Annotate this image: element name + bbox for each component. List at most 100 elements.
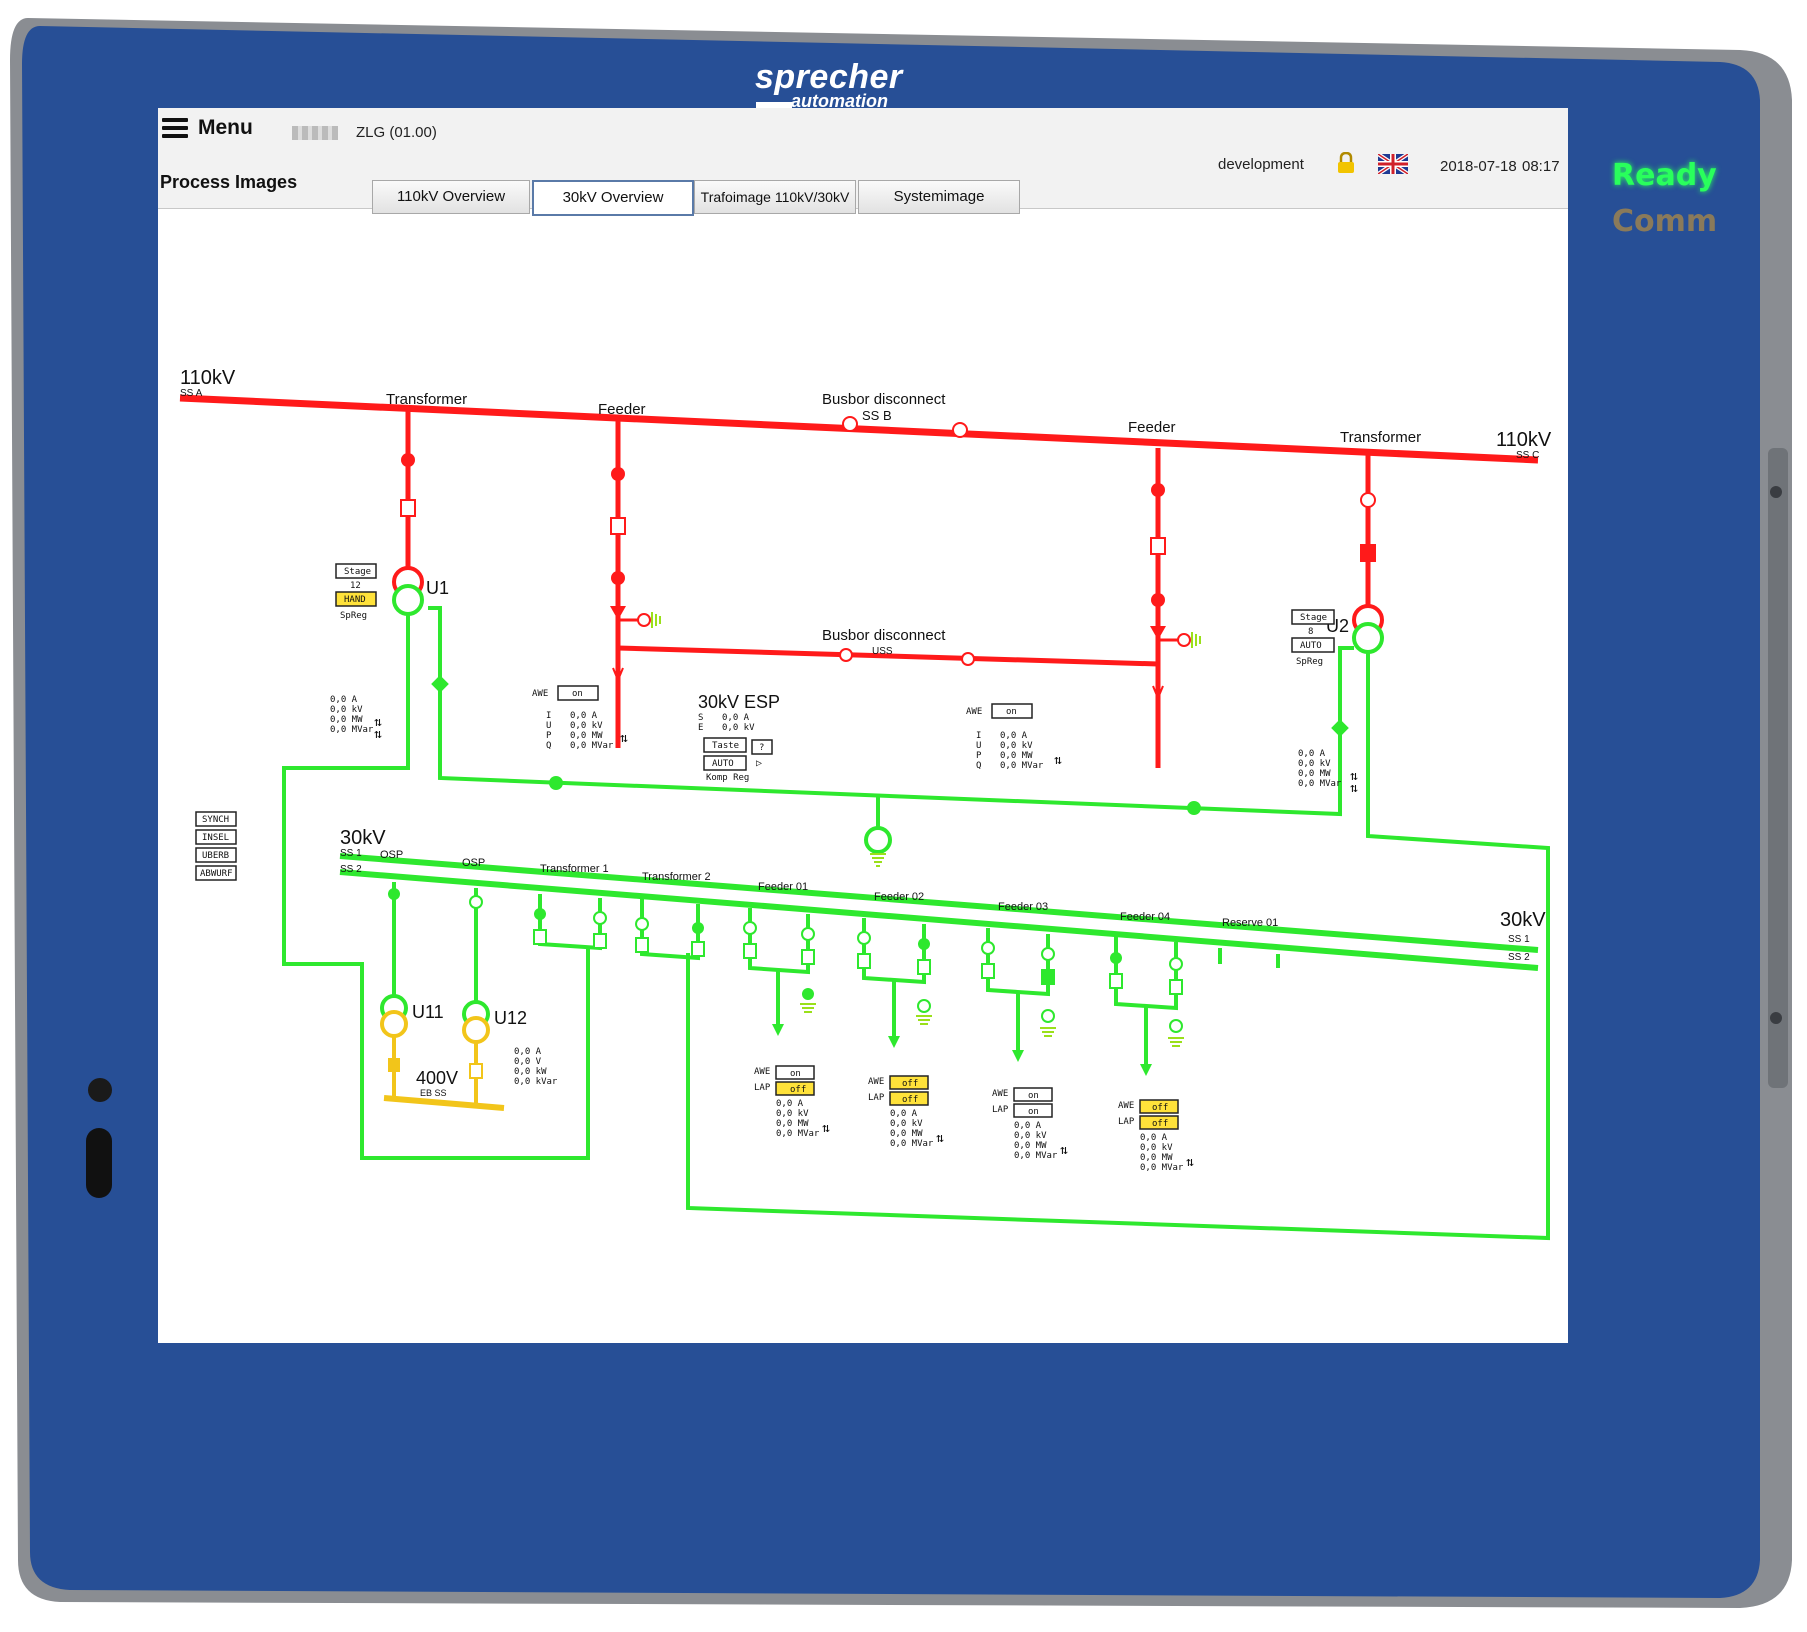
- feeder04-value-3: 0,0 MVar: [1140, 1163, 1184, 1173]
- feeder04-value-0: 0,0 A: [1140, 1133, 1168, 1143]
- u2-mode-label: AUTO: [1300, 641, 1322, 651]
- lock-icon[interactable]: [1336, 152, 1356, 174]
- u11-secondary: [380, 1010, 408, 1038]
- osp2-label: OSP: [462, 857, 485, 869]
- feeder02-lap-state: off: [902, 1095, 918, 1105]
- hmi-screen: Menu ZLG (01.00) Process Images 110kV Ov…: [158, 108, 1568, 1343]
- hv-section: [179, 394, 1539, 768]
- u1-value-2: 0,0 MW: [330, 715, 363, 725]
- side-buttons: SYNCH INSEL UBERB ABWURF: [195, 811, 237, 881]
- u2-reg-label: SpReg: [1296, 657, 1323, 667]
- feeder-right-awe-label: AWE: [966, 707, 982, 717]
- hamburger-icon: [162, 118, 188, 138]
- u12-label: U12: [494, 1008, 527, 1028]
- u1-controls: Stage 12 HAND SpReg 0,0 A 0,0 kV 0,0 MW …: [330, 563, 382, 742]
- esp-play-icon[interactable]: ▷: [756, 758, 762, 769]
- u2-value-1: 0,0 kV: [1298, 759, 1331, 769]
- feeder04-value-1: 0,0 kV: [1140, 1143, 1173, 1153]
- feeder-outgoing-arrows: [772, 1024, 1152, 1076]
- hv-right-ss: SS C: [1516, 450, 1539, 461]
- station-label: ZLG (01.00): [356, 124, 437, 141]
- feeder02-value-3: 0,0 MVar: [890, 1139, 934, 1149]
- feeder01-awe-state: on: [790, 1069, 801, 1079]
- hv-busbar-bottom-label: Busbor disconnect: [822, 627, 946, 644]
- osp1-label: OSP: [380, 849, 403, 861]
- feeder03-updown-arrows[interactable]: ⇅: [1060, 1143, 1068, 1158]
- esp-komp-label: Komp Reg: [706, 773, 749, 783]
- comm-led: Comm: [1612, 204, 1718, 239]
- feeder-left-letter-0: I: [546, 711, 551, 721]
- u2-controls: Stage 8 AUTO SpReg 0,0 A 0,0 kV 0,0 MW 0…: [1291, 609, 1358, 796]
- hv-left-ss: SS A: [180, 388, 203, 399]
- hv-left-voltage: 110kV: [180, 367, 236, 389]
- feeder02-awe-state: off: [902, 1079, 918, 1089]
- feeder02-label: Feeder 02: [874, 891, 924, 903]
- feeder-left-letter-3: Q: [546, 741, 551, 751]
- lv-ss: EB SS: [420, 1088, 447, 1098]
- feeder-right-measurements: AWE on I U P Q 0,0 A 0,0 kV 0,0 MW 0,0 M…: [966, 703, 1062, 771]
- feeder01-label: Feeder 01: [758, 881, 808, 893]
- abwurf-label: ABWURF: [200, 869, 233, 879]
- feeder02-updown-arrows[interactable]: ⇅: [936, 1131, 944, 1146]
- feeder03-value-2: 0,0 MW: [1014, 1141, 1047, 1151]
- feeder-right-value-2: 0,0 MW: [1000, 751, 1033, 761]
- feeder04-updown-arrows[interactable]: ⇅: [1186, 1155, 1194, 1170]
- u1-updown-arrows-2[interactable]: ⇅: [374, 727, 382, 742]
- reserve01-label: Reserve 01: [1222, 917, 1278, 929]
- u12-secondary: [462, 1016, 490, 1044]
- lv-value-0: 0,0 A: [514, 1047, 542, 1057]
- u1-value-1: 0,0 kV: [330, 705, 363, 715]
- mv-busbar-ss1: [339, 853, 1539, 953]
- feeder-right-letter-2: P: [976, 751, 982, 761]
- menu-button[interactable]: Menu: [162, 116, 253, 140]
- uberb-label: UBERB: [202, 851, 229, 861]
- menu-label: Menu: [198, 116, 253, 139]
- date-display: 2018-07-18: [1440, 158, 1517, 175]
- u2-stage-label: Stage: [1300, 613, 1327, 623]
- time-display: 08:17: [1522, 158, 1560, 175]
- feeder-right-updown-arrows[interactable]: ⇅: [1054, 753, 1062, 768]
- feeder-right-awe-state: on: [1006, 707, 1017, 717]
- feeder01-awe-label: AWE: [754, 1067, 770, 1077]
- feeder03-awe-state: on: [1028, 1091, 1039, 1101]
- top-bar: Menu ZLG (01.00) Process Images 110kV Ov…: [158, 108, 1568, 216]
- feeder-right-letter-1: U: [976, 741, 981, 751]
- mv-left-voltage: 30kV: [340, 827, 386, 849]
- feeder03-value-0: 0,0 A: [1014, 1121, 1042, 1131]
- feeder-right-value-1: 0,0 kV: [1000, 741, 1033, 751]
- esp-taste-label: Taste: [712, 741, 739, 751]
- u1-value-0: 0,0 A: [330, 695, 358, 705]
- hv-feeder-right-label: Feeder: [1128, 419, 1176, 436]
- language-flag-icon[interactable]: [1378, 154, 1408, 174]
- hv-transformer-right-label: Transformer: [1340, 429, 1421, 446]
- synch-label: SYNCH: [202, 815, 229, 825]
- feeder02-value-2: 0,0 MW: [890, 1129, 923, 1139]
- u2-updown-arrows-2[interactable]: ⇅: [1350, 781, 1358, 796]
- feeder01-value-0: 0,0 A: [776, 1099, 804, 1109]
- feeder03-value-3: 0,0 MVar: [1014, 1151, 1058, 1161]
- hv-right-voltage: 110kV: [1496, 429, 1552, 451]
- feeder01-block: AWE on LAP off 0,0 A 0,0 kV 0,0 MW 0,0 M…: [754, 1065, 830, 1139]
- u1-mode-label: HAND: [344, 595, 366, 605]
- feeder04-block: AWE off LAP off 0,0 A 0,0 kV 0,0 MW 0,0 …: [1118, 1099, 1194, 1173]
- feeder04-lap-state: off: [1152, 1119, 1168, 1129]
- feeder03-lap-label: LAP: [992, 1105, 1009, 1115]
- feeder-left-updown-arrows[interactable]: ⇅: [620, 731, 628, 746]
- esp-coil: [864, 826, 892, 854]
- feeder-left-value-0: 0,0 A: [570, 711, 598, 721]
- feeder03-block: AWE on LAP on 0,0 A 0,0 kV 0,0 MW 0,0 MV…: [992, 1087, 1068, 1161]
- feeder-right-value-0: 0,0 A: [1000, 731, 1028, 741]
- feeder-left-awe-label: AWE: [532, 689, 548, 699]
- hv-transformer-left-label: Transformer: [386, 391, 467, 408]
- feeder-left-value-3: 0,0 MVar: [570, 741, 614, 751]
- u2-value-3: 0,0 MVar: [1298, 779, 1342, 789]
- feeder-right-letter-3: Q: [976, 761, 981, 771]
- u1-value-3: 0,0 MVar: [330, 725, 374, 735]
- feeder01-updown-arrows[interactable]: ⇅: [822, 1121, 830, 1136]
- feeder04-awe-label: AWE: [1118, 1101, 1134, 1111]
- hv-busbar-top-label: Busbor disconnect: [822, 391, 946, 408]
- mv-busbar-ss2: [339, 869, 1539, 971]
- lv-busbar: [383, 1095, 505, 1111]
- esp-letter-0: S: [698, 713, 703, 723]
- hv-busbar-top-sub: SS B: [862, 408, 892, 423]
